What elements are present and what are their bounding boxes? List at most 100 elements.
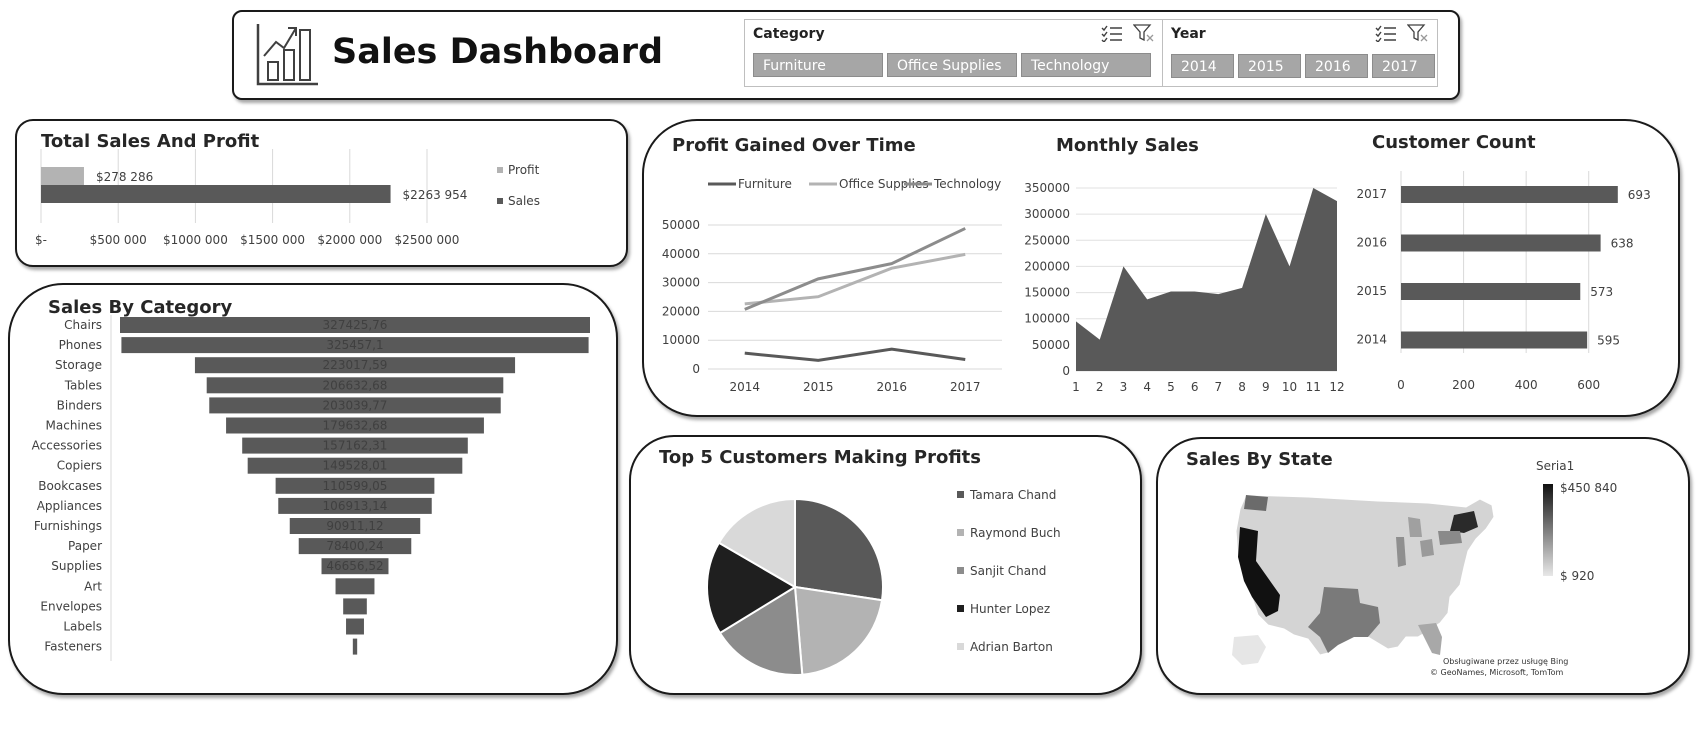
category-label: Chairs (64, 318, 102, 332)
total-sales-profit-panel: Total Sales And Profit $- $500 000 $1000 0… (15, 119, 628, 267)
data-label: 693 (1628, 188, 1651, 202)
x-tick-label: 10 (1282, 380, 1297, 394)
data-label: 157162,31 (323, 439, 388, 453)
top-customers-chart: Tamara Chand Raymond Buch Sanjit Chand Hunt… (706, 488, 1061, 676)
slicer-item-technology[interactable]: Technology (1021, 53, 1151, 77)
legend-label: Sanjit Chand (970, 564, 1046, 578)
pie-slice (793, 585, 884, 676)
category-label: Furnishings (34, 519, 102, 533)
slicer-item-2016[interactable]: 2016 (1305, 54, 1368, 78)
category-label: Fasteners (44, 640, 102, 654)
y-tick-label: 0 (692, 362, 700, 376)
map-legend-max: $450 840 (1560, 481, 1618, 495)
category-label: Art (84, 579, 102, 593)
category-label: Accessories (32, 439, 102, 453)
x-tick-label: $- (35, 233, 47, 247)
sales-by-state-title: Sales By State (1186, 449, 1333, 470)
x-tick-label: 12 (1329, 380, 1344, 394)
category-label: 2016 (1356, 236, 1387, 250)
data-label: 223017,59 (323, 358, 388, 372)
x-tick-label: 0 (1397, 378, 1405, 392)
slicer-item-2015[interactable]: 2015 (1238, 54, 1301, 78)
x-tick-label: $1500 000 (240, 233, 305, 247)
bar-sales (41, 185, 391, 203)
legend-label: Hunter Lopez (970, 602, 1050, 616)
slicer-item-2017[interactable]: 2017 (1372, 54, 1435, 78)
data-label: 203039,77 (323, 398, 388, 412)
chart-logo-icon (256, 24, 318, 86)
x-tick-label: 2016 (876, 380, 907, 394)
y-tick-label: 30000 (662, 276, 700, 290)
slicer-item-office-supplies[interactable]: Office Supplies (887, 53, 1017, 77)
category-slicer-title: Category (753, 26, 825, 42)
us-map (1232, 494, 1495, 665)
slicer-item-furniture[interactable]: Furniture (753, 53, 883, 77)
funnel-bar (343, 598, 367, 615)
data-label: 78400,24 (326, 539, 383, 553)
legend-label: Adrian Barton (970, 640, 1053, 654)
pennsylvania-state (1438, 531, 1462, 545)
area-series (1076, 188, 1337, 371)
category-label: 2015 (1356, 284, 1387, 298)
x-tick-label: $2500 000 (395, 233, 460, 247)
legend-swatch (957, 491, 964, 498)
y-tick-label: 50000 (662, 218, 700, 232)
category-label: Machines (46, 419, 102, 433)
sales-by-category-chart: Chairs 327425,76 Phones 325457,1 Storage 2230… (32, 315, 590, 661)
legend-swatch (497, 198, 503, 204)
year-slicer-title: Year (1171, 26, 1206, 42)
funnel-bar (335, 578, 375, 595)
customer-bar (1401, 331, 1588, 349)
funnel-bar (346, 618, 364, 635)
x-tick-label: 6 (1191, 380, 1199, 394)
map-legend-title: Seria1 (1536, 459, 1575, 473)
x-tick-label: 11 (1306, 380, 1321, 394)
x-tick-label: 200 (1452, 378, 1475, 392)
legend-label: Sales (508, 194, 540, 208)
x-tick-label: $500 000 (90, 233, 147, 247)
x-tick-label: 5 (1167, 380, 1175, 394)
x-tick-label: 600 (1577, 378, 1600, 392)
trends-charts: 010000200003000040000500002014 2015 2016 20… (662, 171, 1651, 394)
category-label: Supplies (51, 559, 102, 573)
legend-swatch (957, 605, 964, 612)
legend-swatch (957, 643, 964, 650)
map-credit-bing: Obsługiwane przez usługę Bing (1443, 657, 1569, 666)
multi-select-icon[interactable] (1101, 24, 1123, 42)
category-slicer: Category Furniture Office Supplies Techn… (744, 19, 1164, 87)
category-label: Labels (63, 620, 102, 634)
category-label: Bookcases (38, 479, 102, 493)
clear-filter-icon[interactable] (1133, 24, 1155, 42)
year-slicer: Year 2014 2015 2016 2017 (1162, 19, 1438, 87)
category-label: 2017 (1356, 187, 1387, 201)
y-tick-label: 200000 (1024, 259, 1070, 273)
category-label: Appliances (37, 499, 102, 513)
x-tick-label: 400 (1515, 378, 1538, 392)
x-tick-label: 2017 (950, 380, 981, 394)
legend-label: Technology (933, 177, 1001, 191)
map-legend-min: $ 920 (1560, 569, 1595, 583)
line-series (744, 227, 966, 311)
y-tick-label: 10000 (662, 333, 700, 347)
x-tick-label: 7 (1215, 380, 1223, 394)
multi-select-icon[interactable] (1375, 24, 1397, 42)
slicer-item-2014[interactable]: 2014 (1171, 54, 1234, 78)
pie-slice (794, 497, 884, 602)
x-tick-label: $2000 000 (317, 233, 382, 247)
washington-state (1244, 495, 1268, 511)
legend-swatch (957, 529, 964, 536)
bar-profit (41, 167, 84, 185)
legend-label: Raymond Buch (970, 526, 1061, 540)
category-label: 2014 (1356, 333, 1387, 347)
x-tick-label: 2 (1096, 380, 1104, 394)
map-legend-gradient (1543, 484, 1553, 576)
category-label: Binders (57, 398, 102, 412)
x-tick-label: 2014 (729, 380, 760, 394)
data-label: 46656,52 (326, 559, 383, 573)
clear-filter-icon[interactable] (1407, 24, 1429, 42)
x-tick-label: 9 (1262, 380, 1270, 394)
y-tick-label: 20000 (662, 304, 700, 318)
trends-panel: Profit Gained Over Time Monthly Sales Cu… (642, 119, 1680, 417)
x-tick-label: $1000 000 (163, 233, 228, 247)
page-title: Sales Dashboard (332, 32, 664, 72)
